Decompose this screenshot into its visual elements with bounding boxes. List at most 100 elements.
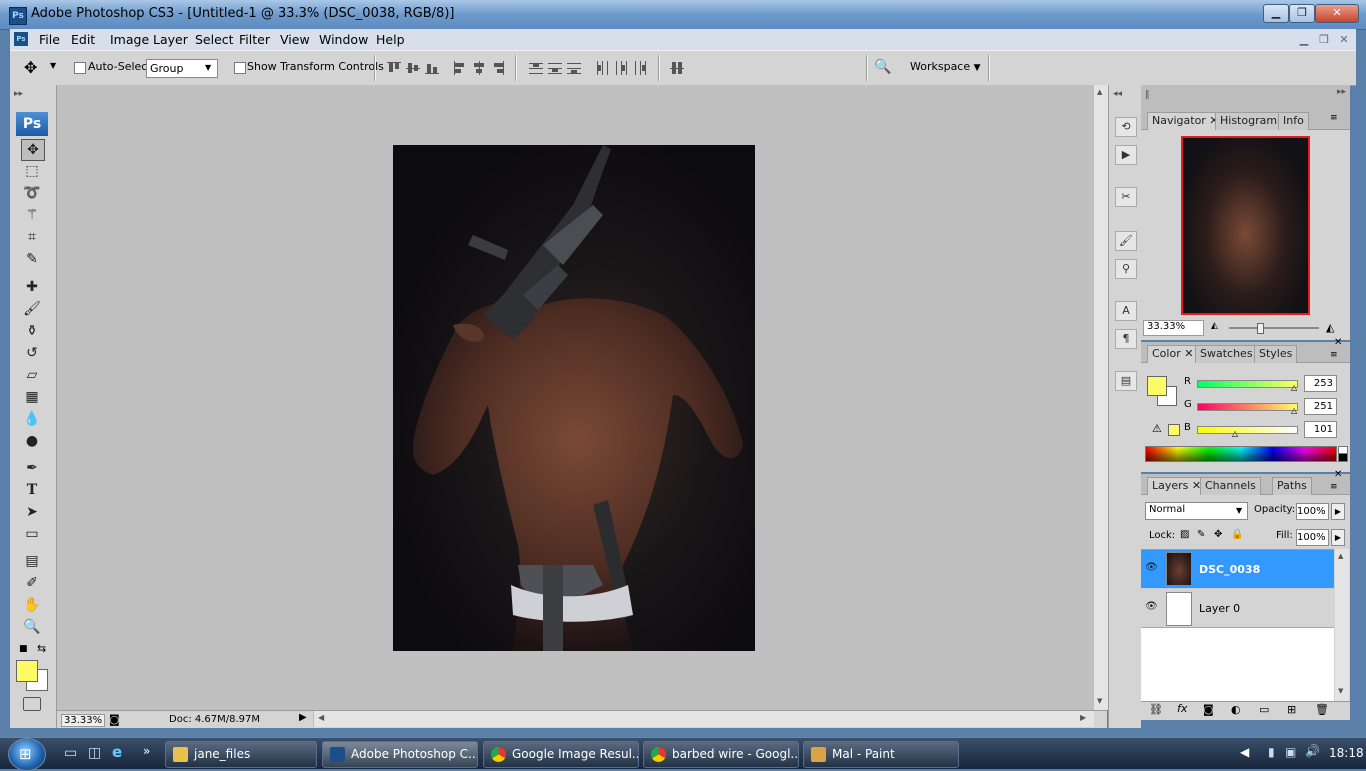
distribute-bottom-icon[interactable] [567, 61, 581, 75]
menu-layer[interactable]: Layer [153, 32, 188, 47]
taskbar-item-jane-files[interactable]: jane_files [165, 741, 317, 768]
scroll-up-icon[interactable]: ▲ [1097, 88, 1102, 96]
move-tool-icon[interactable]: ✥ [21, 139, 45, 161]
foreground-color-swatch[interactable] [16, 660, 38, 682]
panel-close-icon[interactable]: ✕ [1334, 337, 1342, 348]
layers-scrollbar[interactable]: ▲ ▼ [1335, 549, 1349, 701]
horizontal-scrollbar[interactable]: ◀ ▶ [313, 711, 1094, 727]
layer-name[interactable]: DSC_0038 [1199, 563, 1260, 576]
start-button[interactable]: ⊞ [8, 738, 46, 771]
r-value[interactable]: 253 [1304, 375, 1337, 392]
magic-wand-tool-icon[interactable]: ⚚ [21, 205, 43, 225]
blur-tool-icon[interactable]: 💧 [21, 409, 43, 429]
b-slider-handle-icon[interactable]: △ [1232, 429, 1238, 438]
b-slider[interactable] [1197, 426, 1298, 434]
navigator-thumbnail[interactable] [1181, 136, 1310, 315]
gamut-swatch[interactable] [1168, 424, 1180, 436]
opacity-arrow-icon[interactable]: ▶ [1331, 503, 1345, 520]
auto-align-layers-icon[interactable] [670, 61, 684, 75]
adjustment-layer-icon[interactable]: ◐ [1231, 703, 1241, 716]
fx-icon[interactable]: fx [1177, 702, 1187, 715]
zoom-readout[interactable]: 33.33% [61, 714, 106, 727]
lock-position-icon[interactable]: ✥ [1214, 529, 1222, 540]
vertical-scrollbar[interactable]: ▲ ▼ [1093, 85, 1108, 710]
g-slider[interactable] [1197, 403, 1298, 411]
scroll-left-icon[interactable]: ◀ [318, 713, 324, 722]
path-selection-tool-icon[interactable]: ➤ [21, 502, 43, 522]
volume-icon[interactable]: 🔊 [1305, 744, 1320, 758]
eye-icon[interactable]: 👁 [1145, 601, 1158, 612]
link-layers-icon[interactable]: ⛓ [1149, 703, 1163, 716]
fill-arrow-icon[interactable]: ▶ [1331, 529, 1345, 546]
menu-help[interactable]: Help [376, 32, 405, 47]
trash-icon[interactable]: 🗑 [1315, 703, 1329, 716]
collapse-toolbox-icon[interactable]: ▸▸ [14, 89, 23, 99]
scroll-right-icon[interactable]: ▶ [1080, 713, 1086, 722]
tab-channels[interactable]: Channels [1200, 477, 1261, 495]
move-tool-preset-icon[interactable]: ✥ [24, 58, 37, 77]
character-panel-icon[interactable]: A [1115, 301, 1137, 321]
doc-restore-button[interactable]: ❐ [1316, 32, 1332, 47]
rectangle-tool-icon[interactable]: ▭ [21, 524, 43, 544]
align-hcenter-icon[interactable] [472, 61, 486, 75]
hand-tool-icon[interactable]: ✋ [21, 595, 43, 615]
new-layer-icon[interactable]: ⊞ [1287, 703, 1296, 716]
paragraph-panel-icon[interactable]: ¶ [1115, 329, 1137, 349]
navigator-zoom[interactable]: 33.33% [1143, 320, 1204, 336]
add-mask-icon[interactable]: ◙ [1203, 703, 1214, 716]
menu-image[interactable]: Image [110, 32, 149, 47]
slice-tool-icon[interactable]: ✎ [21, 249, 43, 269]
document-icon[interactable]: Ps [14, 32, 28, 46]
status-menu-arrow-icon[interactable]: ▶ [299, 712, 307, 723]
switch-windows-icon[interactable]: ◫ [88, 745, 101, 761]
close-tab-icon[interactable]: ✕ [1184, 347, 1193, 360]
menu-file[interactable]: File [39, 32, 60, 47]
tab-navigator[interactable]: Navigator ✕ [1147, 112, 1224, 130]
default-colors-icon[interactable]: ■ [19, 644, 28, 654]
layer-comps-icon[interactable]: ▤ [1115, 371, 1137, 391]
tool-presets-icon[interactable]: ✂ [1115, 187, 1137, 207]
lock-all-icon[interactable]: 🔒 [1231, 529, 1243, 540]
notes-tool-icon[interactable]: ▤ [21, 551, 43, 571]
menu-window[interactable]: Window [319, 32, 368, 47]
clock[interactable]: 18:18 [1329, 746, 1364, 760]
minimize-button[interactable]: ▁ [1263, 4, 1289, 23]
distribute-vcenter-icon[interactable] [548, 61, 562, 75]
history-panel-icon[interactable]: ⟲ [1115, 117, 1137, 137]
align-left-icon[interactable] [453, 61, 467, 75]
show-transform-checkbox[interactable] [234, 62, 246, 74]
battery-icon[interactable]: ▮ [1268, 745, 1275, 759]
zoom-slider[interactable] [1229, 323, 1319, 334]
zoom-out-icon[interactable]: ◭ [1211, 321, 1218, 331]
brushes-panel-icon[interactable]: 🖌 [1115, 231, 1137, 251]
tab-swatches[interactable]: Swatches [1195, 345, 1258, 363]
lock-image-icon[interactable]: ✎ [1197, 529, 1205, 540]
tab-styles[interactable]: Styles [1254, 345, 1298, 363]
distribute-left-icon[interactable] [595, 61, 609, 75]
distribute-top-icon[interactable] [529, 61, 543, 75]
document-canvas[interactable] [393, 145, 755, 651]
panel-close-icon[interactable]: ✕ [1334, 469, 1342, 480]
panel-menu-icon[interactable]: ≡ [1330, 350, 1338, 360]
zoom-tool-icon[interactable]: 🔍 [21, 617, 43, 637]
history-brush-tool-icon[interactable]: ↺ [21, 343, 43, 363]
panel-menu-icon[interactable]: ≡ [1330, 113, 1338, 123]
eraser-tool-icon[interactable]: ▱ [21, 365, 43, 385]
color-fg-swatch[interactable] [1147, 376, 1167, 396]
show-hidden-icons-icon[interactable]: ◀ [1240, 745, 1249, 759]
bridge-icon[interactable]: 🔍 [874, 59, 894, 76]
menu-edit[interactable]: Edit [71, 32, 95, 47]
doc-minimize-button[interactable]: ▁ [1296, 32, 1312, 47]
zoom-slider-handle[interactable] [1257, 323, 1264, 334]
clone-stamp-tool-icon[interactable]: ⚱ [21, 321, 43, 341]
eye-icon[interactable]: 👁 [1145, 562, 1158, 573]
black-swatch[interactable] [1338, 453, 1348, 462]
distribute-hcenter-icon[interactable] [614, 61, 628, 75]
color-spectrum-bar[interactable] [1145, 446, 1337, 462]
crop-tool-icon[interactable]: ⌗ [21, 227, 43, 247]
align-bottom-icon[interactable] [425, 61, 439, 75]
marquee-tool-icon[interactable]: ⬚ [21, 161, 43, 181]
doc-close-button[interactable]: ✕ [1336, 32, 1352, 47]
align-right-icon[interactable] [491, 61, 505, 75]
layer-row[interactable]: 👁 DSC_0038 [1141, 550, 1334, 589]
